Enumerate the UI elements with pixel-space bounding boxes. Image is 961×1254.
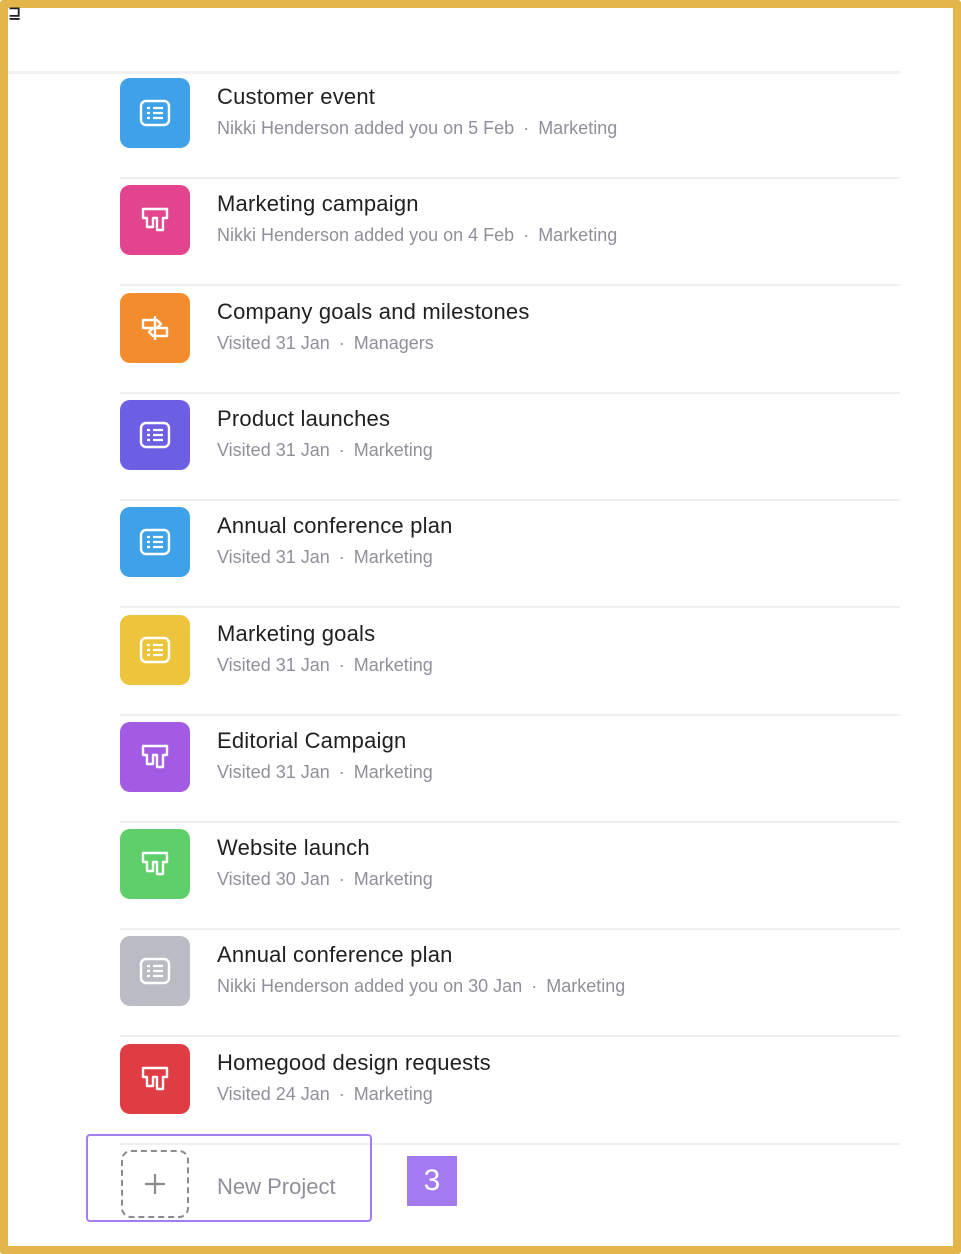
project-board-icon [120,721,190,792]
meta-separator: · [338,761,345,782]
project-board-icon [120,829,190,900]
project-team[interactable]: Marketing [354,1084,433,1104]
project-activity: Nikki Henderson added you on 5 Feb [217,118,515,138]
project-team[interactable]: Marketing [538,225,617,245]
project-activity: Visited 31 Jan [217,547,330,568]
project-meta: Visited 31 Jan · Managers [217,333,434,354]
meta-separator: · [338,332,345,353]
project-meta: Nikki Henderson added you on 5 Feb · Marke… [217,118,617,139]
project-activity: Visited 31 Jan [217,439,330,460]
meta-separator: · [523,118,530,138]
project-title: Annual conference plan [217,942,453,968]
project-row[interactable]: Annual conference plan Visited 31 Jan · Mar… [120,501,900,609]
project-meta: Visited 31 Jan · Marketing [217,655,433,676]
project-row[interactable]: Editorial Campaign Visited 31 Jan · Marketi… [120,716,900,823]
project-meta: Visited 31 Jan · Marketing [217,547,433,568]
project-title: Website launch [217,835,370,861]
project-meta: Visited 24 Jan · Marketing [217,1084,433,1105]
project-meta: Nikki Henderson added you on 30 Jan · Mark… [217,976,625,997]
project-title: Marketing campaign [217,191,419,217]
project-board-icon [120,185,190,256]
project-row[interactable]: Company goals and milestones Visited 31 J… [120,287,900,394]
project-meta: Visited 30 Jan · Marketing [217,869,433,890]
project-row[interactable]: Homegood design requests Visited 24 Jan · M… [120,1038,900,1145]
project-list-icon [120,936,190,1007]
project-team[interactable]: Marketing [354,440,433,460]
project-team[interactable]: Managers [354,333,434,353]
project-team[interactable]: Marketing [354,762,433,782]
meta-separator: · [523,225,530,246]
project-list-icon [120,507,190,578]
project-activity: Visited 31 Jan [217,332,330,353]
project-meta: Visited 31 Jan · Marketing [217,440,433,461]
project-board-icon [120,1043,190,1114]
project-title: Homegood design requests [217,1049,491,1075]
project-row[interactable]: Customer event Nikki Henderson added you … [120,72,900,179]
project-row[interactable]: Website launch Visited 30 Jan · Marketing [120,823,900,931]
project-row[interactable]: Marketing campaign Nikki Henderson added … [120,179,900,287]
project-meta: Nikki Henderson added you on 4 Feb · Marke… [217,225,617,246]
corner-glyph: ⊒ [8,5,22,22]
project-team[interactable]: Marketing [354,655,433,675]
project-team[interactable]: Marketing [538,118,617,138]
project-list-icon [120,399,190,470]
project-title: Company goals and milestones [217,298,530,324]
project-row[interactable]: Marketing goals Visited 31 Jan · Marketing [120,609,900,716]
meta-separator: · [338,439,345,460]
new-project-button[interactable]: New Project [86,1134,372,1222]
project-activity: Visited 30 Jan [217,869,330,890]
project-title: Customer event [217,84,376,109]
project-activity: Nikki Henderson added you on 4 Feb [217,225,515,246]
project-activity: Visited 24 Jan [217,1083,330,1104]
step-badge: 3 [407,1156,457,1206]
meta-separator: · [338,1083,345,1104]
new-project-label: New Project [217,1174,336,1199]
project-activity: Nikki Henderson added you on 30 Jan [217,976,523,997]
meta-separator: · [338,869,345,890]
project-list-icon [120,78,190,148]
project-team[interactable]: Marketing [546,976,625,996]
project-title: Editorial Campaign [217,727,407,753]
project-timeline-icon [120,292,190,363]
project-row[interactable]: Annual conference plan Nikki Henderson ad… [120,930,900,1038]
meta-separator: · [531,976,538,997]
project-list-icon [120,614,190,685]
project-title: Marketing goals [217,620,376,646]
plus-icon [121,1150,189,1218]
project-title: Annual conference plan [217,513,453,539]
project-team[interactable]: Marketing [354,547,433,567]
meta-separator: · [338,547,345,568]
project-team[interactable]: Marketing [354,869,433,889]
project-activity: Visited 31 Jan [217,761,330,782]
meta-separator: · [338,654,345,675]
project-meta: Visited 31 Jan · Marketing [217,762,433,783]
project-row[interactable]: Product launches Visited 31 Jan · Marketing [120,394,900,501]
project-activity: Visited 31 Jan [217,654,330,675]
project-title: Product launches [217,405,391,431]
